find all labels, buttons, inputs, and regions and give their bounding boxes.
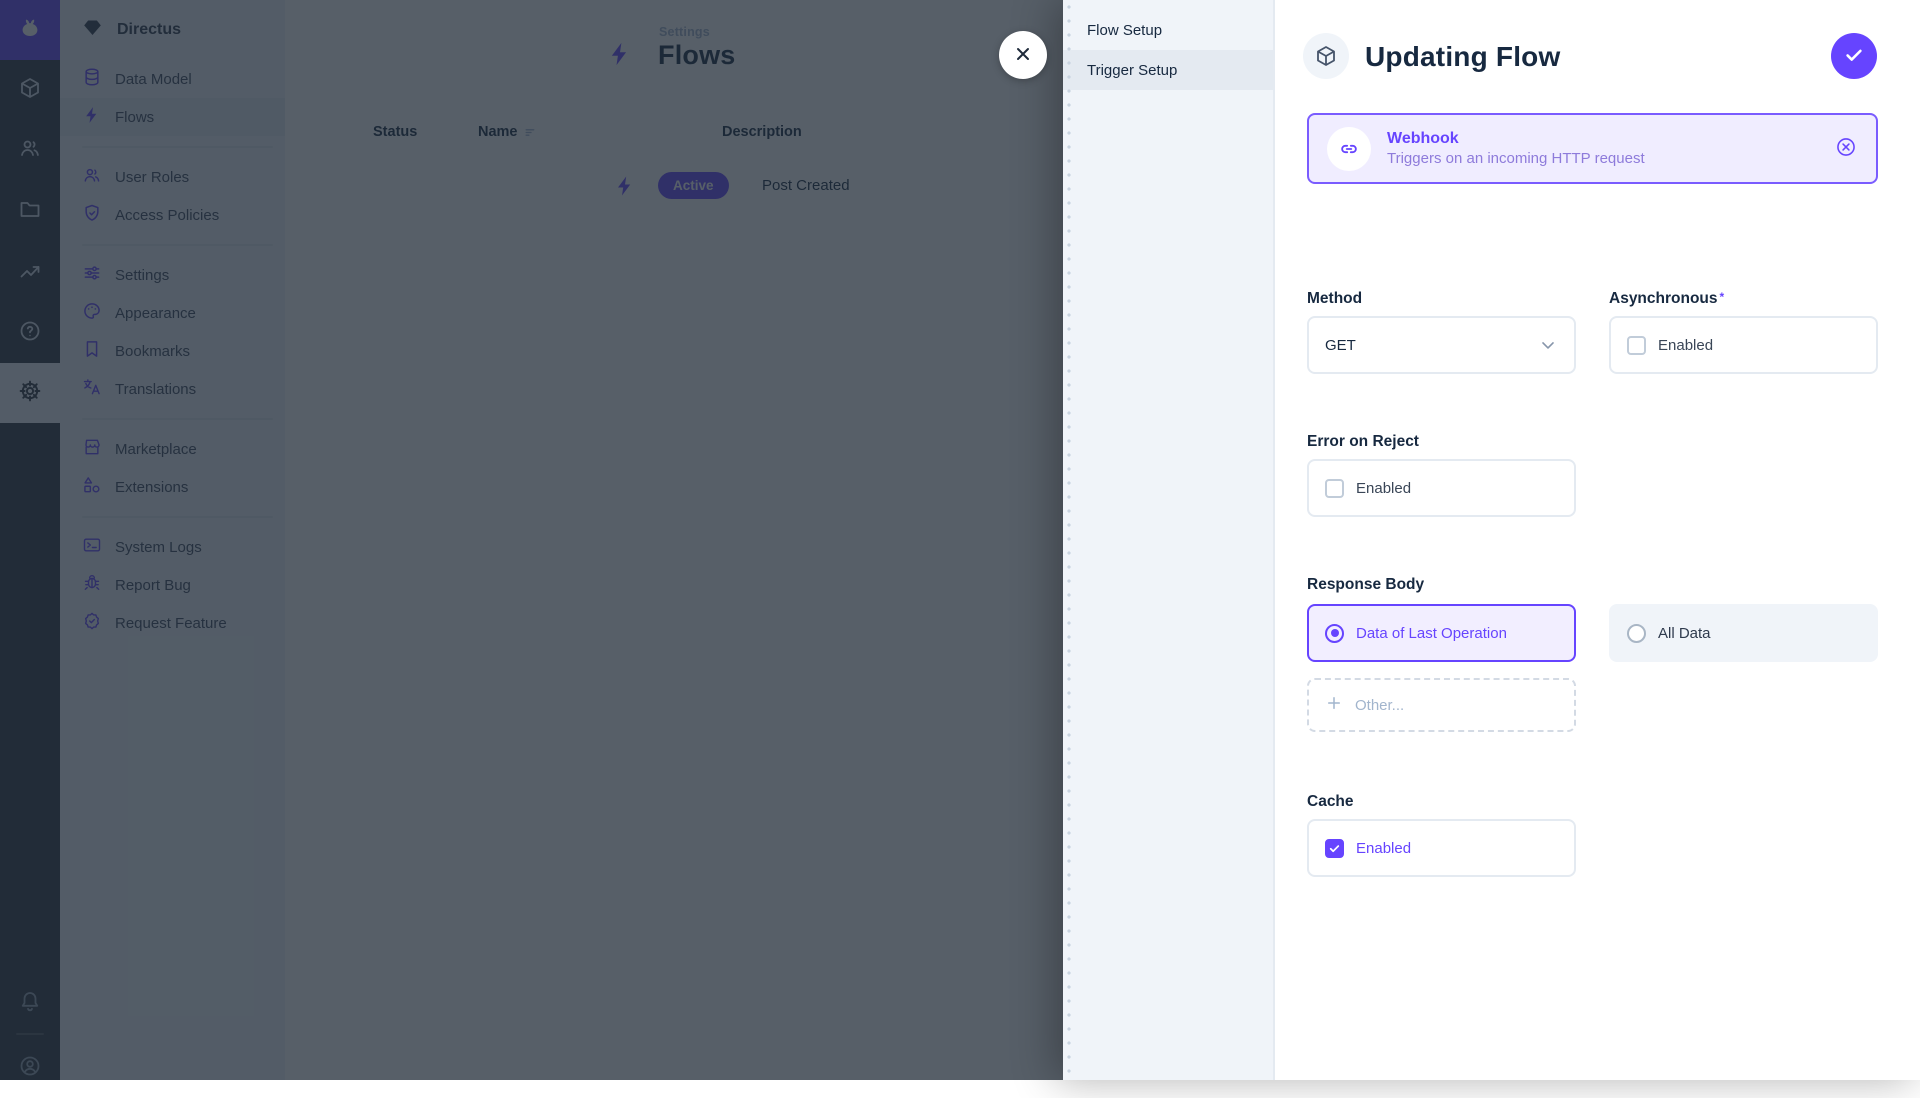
save-button[interactable] (1831, 33, 1877, 79)
field-asynchronous: Asynchronous* Enabled (1609, 290, 1878, 374)
drawer-form: Webhook Triggers on an incoming HTTP req… (1307, 113, 1878, 944)
check-icon (1843, 44, 1865, 69)
error-on-reject-option-label: Enabled (1356, 480, 1411, 497)
trigger-card-text: Webhook Triggers on an incoming HTTP req… (1387, 128, 1645, 170)
checkbox-unchecked[interactable] (1627, 336, 1646, 355)
asynchronous-label: Asynchronous* (1609, 290, 1878, 308)
drawer-resize-handle[interactable] (1067, 0, 1071, 1080)
radio-selected[interactable] (1325, 624, 1344, 643)
drawer-nav-trigger-setup[interactable]: Trigger Setup (1063, 50, 1273, 90)
field-response-body: Response Body (1307, 576, 1878, 602)
radio-unselected[interactable] (1627, 624, 1646, 643)
drawer-main: Updating Flow Webhook Triggers on an inc… (1275, 0, 1920, 1080)
field-cache: Cache Enabled (1307, 793, 1576, 877)
drawer-title: Updating Flow (1365, 41, 1560, 73)
form-grid: Method GET Asynchronous* Enabled (1307, 184, 1878, 944)
method-label: Method (1307, 290, 1576, 308)
drawer-nav-flow-setup[interactable]: Flow Setup (1063, 10, 1273, 50)
cache-label: Cache (1307, 793, 1576, 811)
required-mark: * (1720, 290, 1725, 304)
cache-option-label: Enabled (1356, 840, 1411, 857)
drawer-header: Updating Flow (1275, 0, 1920, 100)
drawer-nav: Flow Setup Trigger Setup (1063, 0, 1275, 1080)
cancel-circle-icon (1835, 136, 1857, 161)
chevron-down-icon (1538, 335, 1558, 355)
error-on-reject-checkbox-field[interactable]: Enabled (1307, 459, 1576, 517)
method-select[interactable]: GET (1307, 316, 1576, 374)
plus-icon (1325, 694, 1343, 717)
asynchronous-checkbox-field[interactable]: Enabled (1609, 316, 1878, 374)
method-value: GET (1325, 337, 1356, 354)
response-body-label: Response Body (1307, 576, 1878, 594)
response-body-option-all-data[interactable]: All Data (1609, 604, 1878, 662)
drawer-close-button[interactable] (999, 31, 1047, 79)
remove-trigger-button[interactable] (1834, 137, 1858, 161)
checkbox-unchecked[interactable] (1325, 479, 1344, 498)
cache-checkbox-field[interactable]: Enabled (1307, 819, 1576, 877)
error-on-reject-label: Error on Reject (1307, 433, 1576, 451)
link-icon (1327, 127, 1371, 171)
checkbox-checked[interactable] (1325, 839, 1344, 858)
response-body-option-data-of-last-operation[interactable]: Data of Last Operation (1307, 604, 1576, 662)
close-icon (1013, 44, 1033, 67)
updating-flow-drawer: Flow Setup Trigger Setup Updating Flow W… (1063, 0, 1920, 1080)
trigger-type-card[interactable]: Webhook Triggers on an incoming HTTP req… (1307, 113, 1878, 184)
field-method: Method GET (1307, 290, 1576, 374)
other-placeholder: Other... (1355, 697, 1404, 714)
radio-option-label: All Data (1658, 625, 1711, 642)
trigger-type-subtitle: Triggers on an incoming HTTP request (1387, 149, 1645, 169)
field-error-on-reject: Error on Reject Enabled (1307, 433, 1576, 517)
box-icon (1303, 33, 1349, 79)
asynchronous-option-label: Enabled (1658, 337, 1713, 354)
trigger-type-title: Webhook (1387, 128, 1645, 150)
response-body-other-option[interactable]: Other... (1307, 678, 1576, 732)
radio-option-label: Data of Last Operation (1356, 625, 1507, 642)
